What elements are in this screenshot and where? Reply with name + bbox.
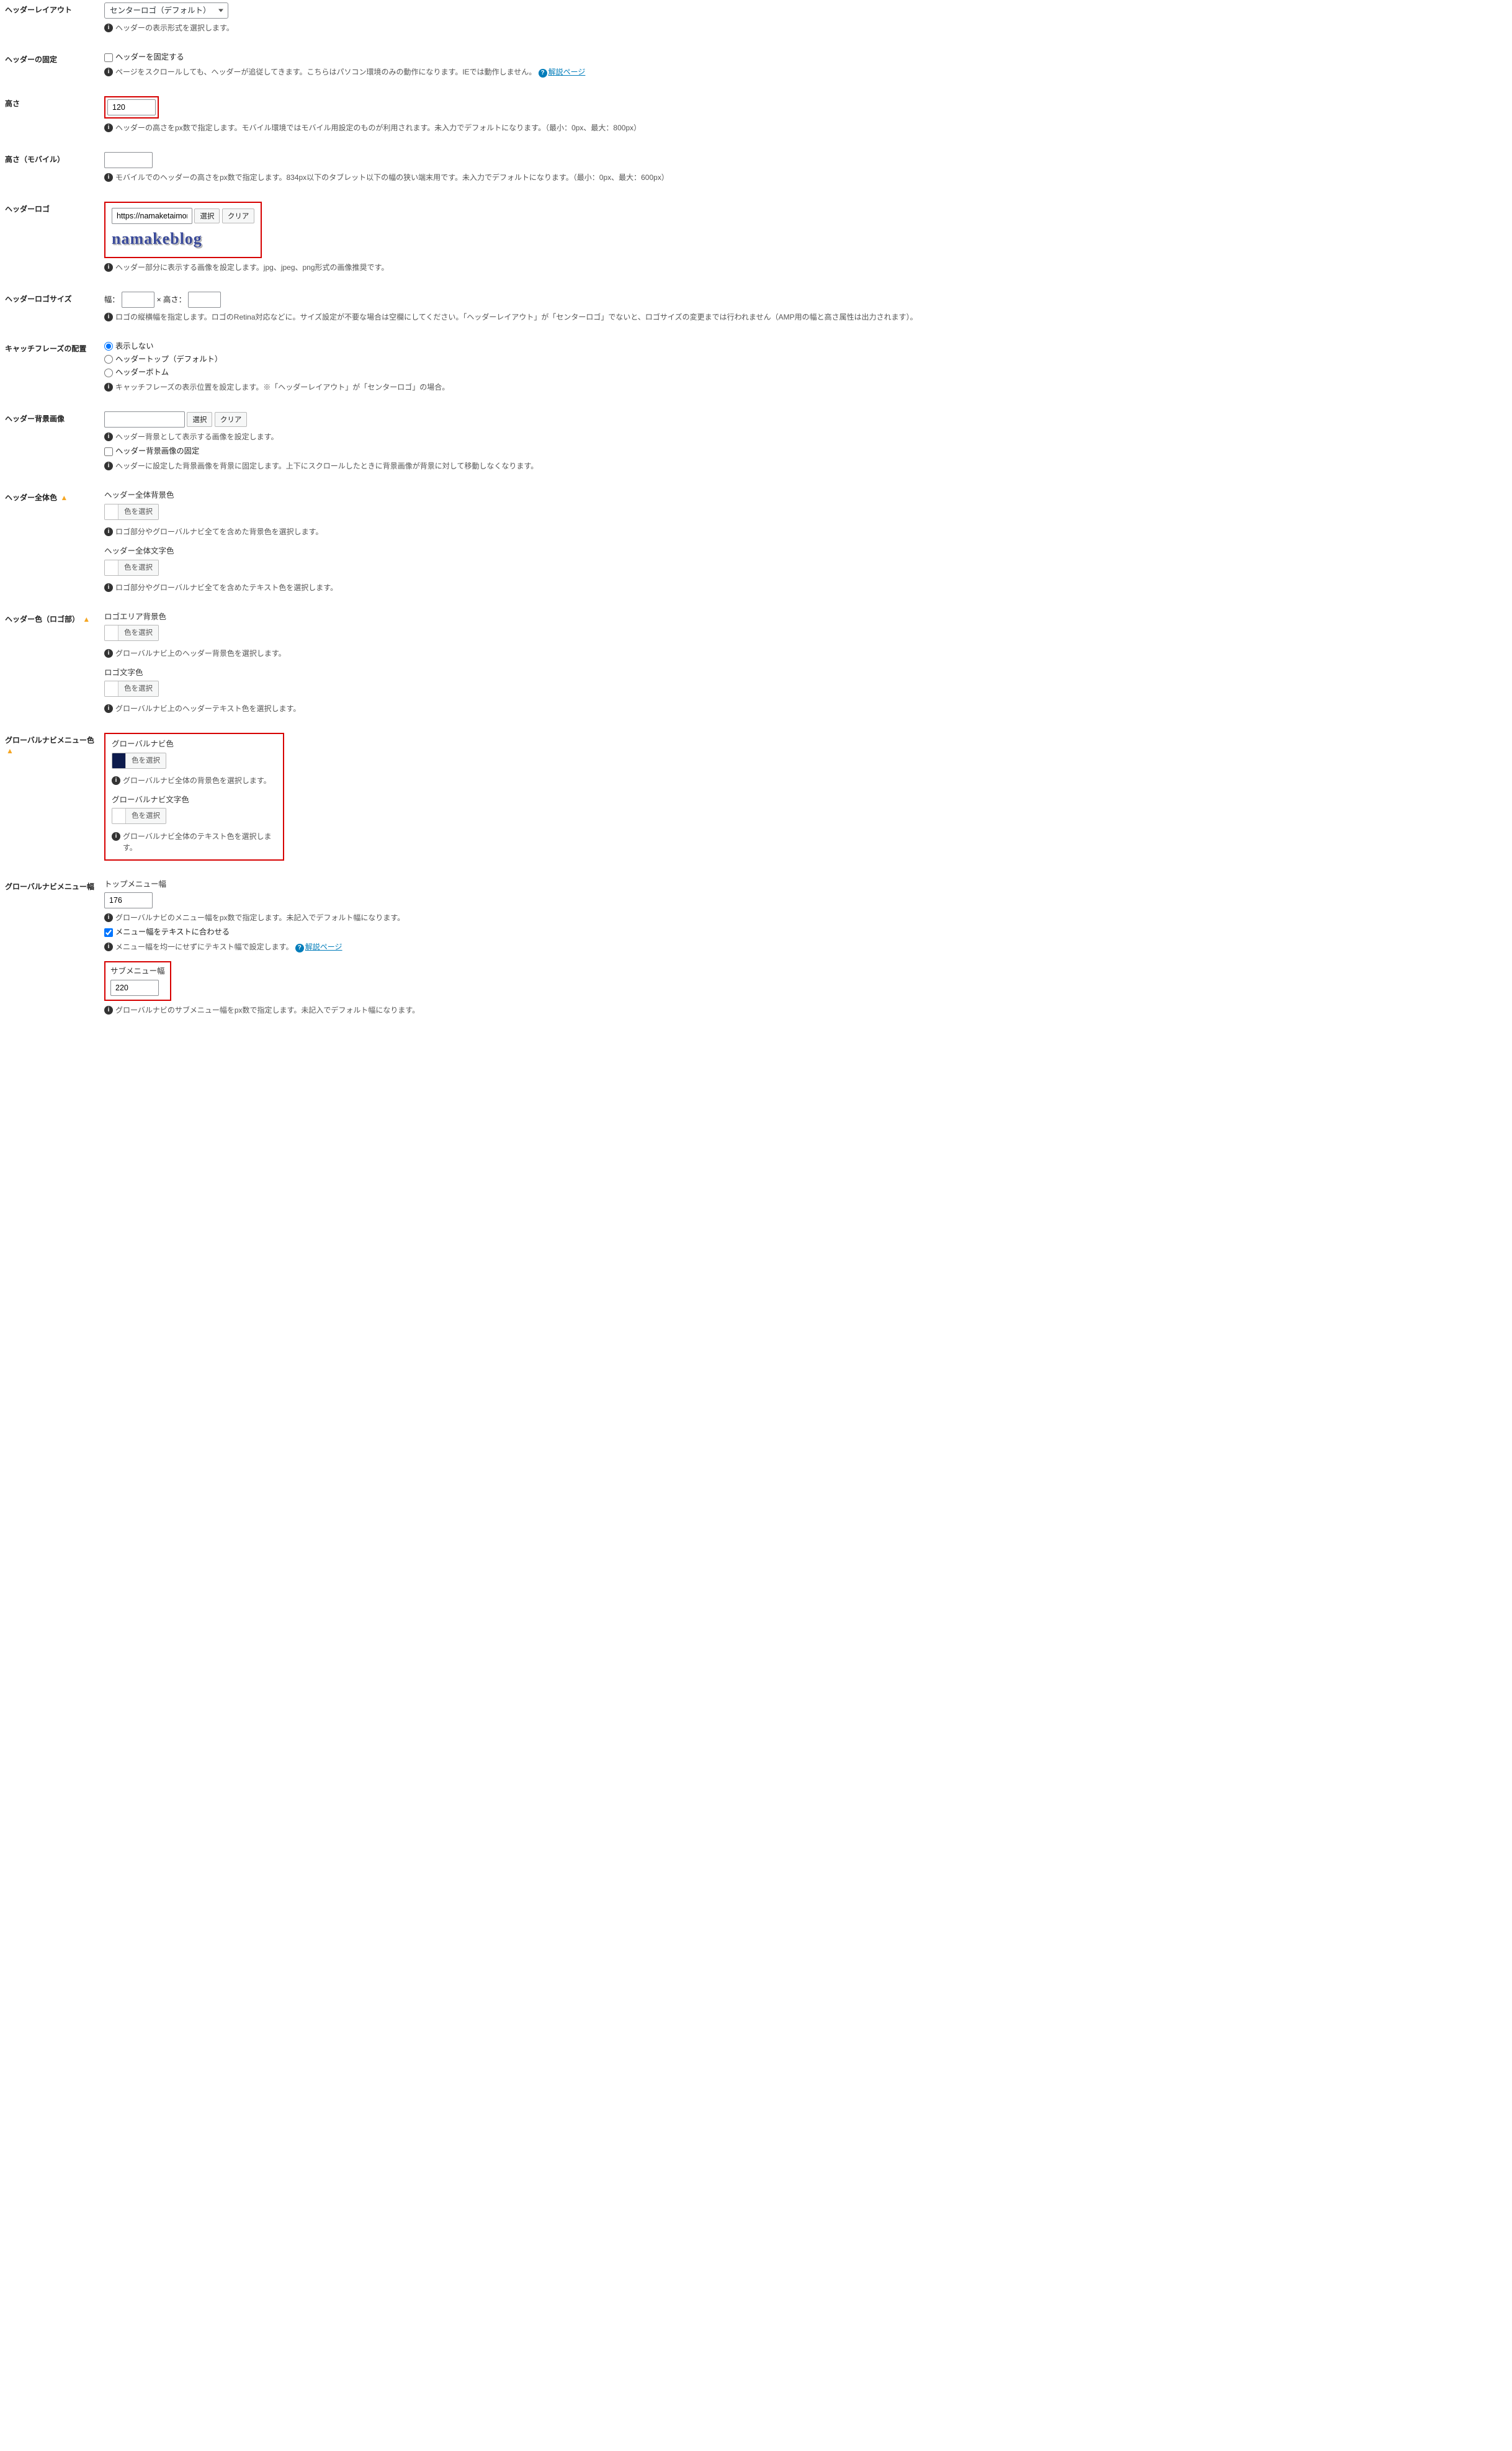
info-icon: i (112, 832, 120, 841)
sub-menu-width-input[interactable] (110, 980, 159, 996)
info-icon: i (104, 263, 113, 272)
header-bg-fixed-checkbox[interactable] (104, 447, 113, 456)
gnav-bg-title: グローバルナビ色 (112, 739, 277, 750)
catchphrase-opt-none[interactable] (104, 342, 113, 351)
header-bg-clear-button[interactable]: クリア (215, 412, 248, 427)
gnav-width-label: グローバルナビメニュー幅 (5, 879, 104, 892)
header-fixed-label: ヘッダーの固定 (5, 52, 104, 65)
menu-width-text-label: メニュー幅をテキストに合わせる (115, 927, 230, 938)
height-desc: ヘッダーの高さをpx数で指定します。モバイル環境ではモバイル用設定のものが利用さ… (115, 122, 641, 133)
header-logo-desc: ヘッダー部分に表示する画像を設定します。jpg、jpeg、png形式の画像推奨で… (115, 262, 388, 273)
gnav-text-color-picker[interactable]: 色を選択 (112, 808, 166, 824)
info-icon: i (104, 173, 113, 182)
header-layout-label: ヘッダーレイアウト (5, 2, 104, 16)
warning-icon: ▲ (60, 493, 68, 503)
header-logo-clear-button[interactable]: クリア (222, 208, 255, 223)
gnav-text-title: グローバルナビ文字色 (112, 795, 277, 806)
info-icon: i (104, 649, 113, 658)
logo-text-color-title: ロゴ文字色 (104, 668, 1507, 679)
warning-icon: ▲ (6, 746, 14, 756)
menu-width-text-checkbox[interactable] (104, 928, 113, 937)
header-all-text-title: ヘッダー全体文字色 (104, 546, 1507, 557)
logo-text-color-picker[interactable]: 色を選択 (104, 681, 159, 697)
height-input[interactable] (107, 99, 156, 115)
header-all-text-color-picker[interactable]: 色を選択 (104, 560, 159, 576)
gnav-text-desc: グローバルナビ全体のテキスト色を選択します。 (123, 831, 277, 853)
gnav-bg-color-picker[interactable]: 色を選択 (112, 753, 166, 769)
logo-height-input[interactable] (188, 292, 221, 308)
height-label: 高さ (5, 96, 104, 109)
logo-height-sep: × 高さ： (156, 295, 186, 304)
header-layout-desc: ヘッダーの表示形式を選択します。 (115, 22, 234, 34)
warning-icon: ▲ (83, 614, 90, 625)
catchphrase-opt-bottom-label: ヘッダーボトム (115, 367, 169, 378)
top-menu-width-title: トップメニュー幅 (104, 879, 1507, 890)
logo-area-bg-title: ロゴエリア背景色 (104, 612, 1507, 623)
sub-menu-width-title: サブメニュー幅 (110, 966, 165, 977)
header-all-bg-color-picker[interactable]: 色を選択 (104, 504, 159, 520)
header-fixed-checkbox-label: ヘッダーを固定する (115, 52, 184, 63)
top-menu-width-input[interactable] (104, 892, 153, 908)
info-icon: i (104, 123, 113, 132)
logo-area-bg-color-picker[interactable]: 色を選択 (104, 625, 159, 641)
menu-width-text-desc: メニュー幅を均一にせずにテキスト幅で設定します。 (115, 943, 293, 951)
header-logo-preview: namakeblog (112, 230, 202, 248)
info-icon: i (104, 24, 113, 32)
height-mobile-desc: モバイルでのヘッダーの高さをpx数で指定します。834px以下のタブレット以下の… (115, 172, 669, 183)
logo-width-label: 幅： (104, 295, 120, 304)
gnav-color-label: グローバルナビメニュー色 (5, 736, 94, 745)
info-icon: i (104, 583, 113, 592)
info-icon: i (104, 313, 113, 321)
header-logo-color-label: ヘッダー色（ロゴ部） (5, 615, 79, 624)
menu-width-help-link[interactable]: 解説ページ (305, 943, 342, 951)
height-mobile-label: 高さ（モバイル） (5, 152, 104, 165)
header-layout-select[interactable]: センターロゴ（デフォルト） (104, 2, 228, 19)
info-icon: i (104, 432, 113, 441)
catchphrase-desc: キャッチフレーズの表示位置を設定します。※「ヘッダーレイアウト」が「センターロゴ… (115, 382, 449, 393)
info-icon: i (104, 943, 113, 951)
catchphrase-opt-top-label: ヘッダートップ（デフォルト） (115, 354, 222, 365)
logo-size-desc: ロゴの縦横幅を指定します。ロゴのRetina対応などに。サイズ設定が不要な場合は… (115, 311, 918, 323)
info-icon: i (104, 527, 113, 536)
catchphrase-opt-none-label: 表示しない (115, 341, 154, 352)
catchphrase-opt-bottom[interactable] (104, 369, 113, 377)
header-fixed-help-link[interactable]: 解説ページ (548, 68, 586, 76)
header-logo-select-button[interactable]: 選択 (194, 208, 220, 223)
help-icon: ? (295, 944, 304, 952)
header-all-bg-desc: ロゴ部分やグローバルナビ全てを含めた背景色を選択します。 (115, 526, 323, 537)
header-all-text-desc: ロゴ部分やグローバルナビ全てを含めたテキスト色を選択します。 (115, 582, 338, 593)
header-all-color-label: ヘッダー全体色 (5, 493, 57, 502)
logo-text-color-desc: グローバルナビ上のヘッダーテキスト色を選択します。 (115, 703, 300, 714)
logo-size-label: ヘッダーロゴサイズ (5, 292, 104, 305)
header-all-bg-title: ヘッダー全体背景色 (104, 490, 1507, 501)
sub-menu-width-desc: グローバルナビのサブメニュー幅をpx数で指定します。未記入でデフォルト幅になりま… (115, 1005, 419, 1016)
catchphrase-opt-top[interactable] (104, 355, 113, 364)
header-bg-label: ヘッダー背景画像 (5, 411, 104, 424)
header-bg-desc2: ヘッダーに設定した背景画像を背景に固定します。上下にスクロールしたときに背景画像… (115, 460, 538, 472)
header-logo-url-input[interactable] (112, 208, 192, 224)
header-bg-url-input[interactable] (104, 411, 185, 428)
info-icon: i (112, 776, 120, 785)
header-fixed-checkbox[interactable] (104, 53, 113, 62)
help-icon: ? (539, 69, 547, 78)
info-icon: i (104, 68, 113, 76)
logo-area-bg-desc: グローバルナビ上のヘッダー背景色を選択します。 (115, 648, 286, 659)
header-logo-label: ヘッダーロゴ (5, 202, 104, 215)
info-icon: i (104, 1006, 113, 1015)
header-bg-fixed-label: ヘッダー背景画像の固定 (115, 446, 199, 457)
gnav-bg-desc: グローバルナビ全体の背景色を選択します。 (123, 775, 271, 786)
info-icon: i (104, 462, 113, 470)
info-icon: i (104, 383, 113, 392)
info-icon: i (104, 704, 113, 713)
height-mobile-input[interactable] (104, 152, 153, 168)
logo-width-input[interactable] (122, 292, 154, 308)
info-icon: i (104, 913, 113, 922)
header-bg-select-button[interactable]: 選択 (187, 412, 212, 427)
header-bg-desc1: ヘッダー背景として表示する画像を設定します。 (115, 431, 278, 442)
header-fixed-desc: ページをスクロールしても、ヘッダーが追従してきます。こちらはパソコン環境のみの動… (115, 68, 536, 76)
top-menu-width-desc: グローバルナビのメニュー幅をpx数で指定します。未記入でデフォルト幅になります。 (115, 912, 405, 923)
catchphrase-label: キャッチフレーズの配置 (5, 341, 104, 354)
